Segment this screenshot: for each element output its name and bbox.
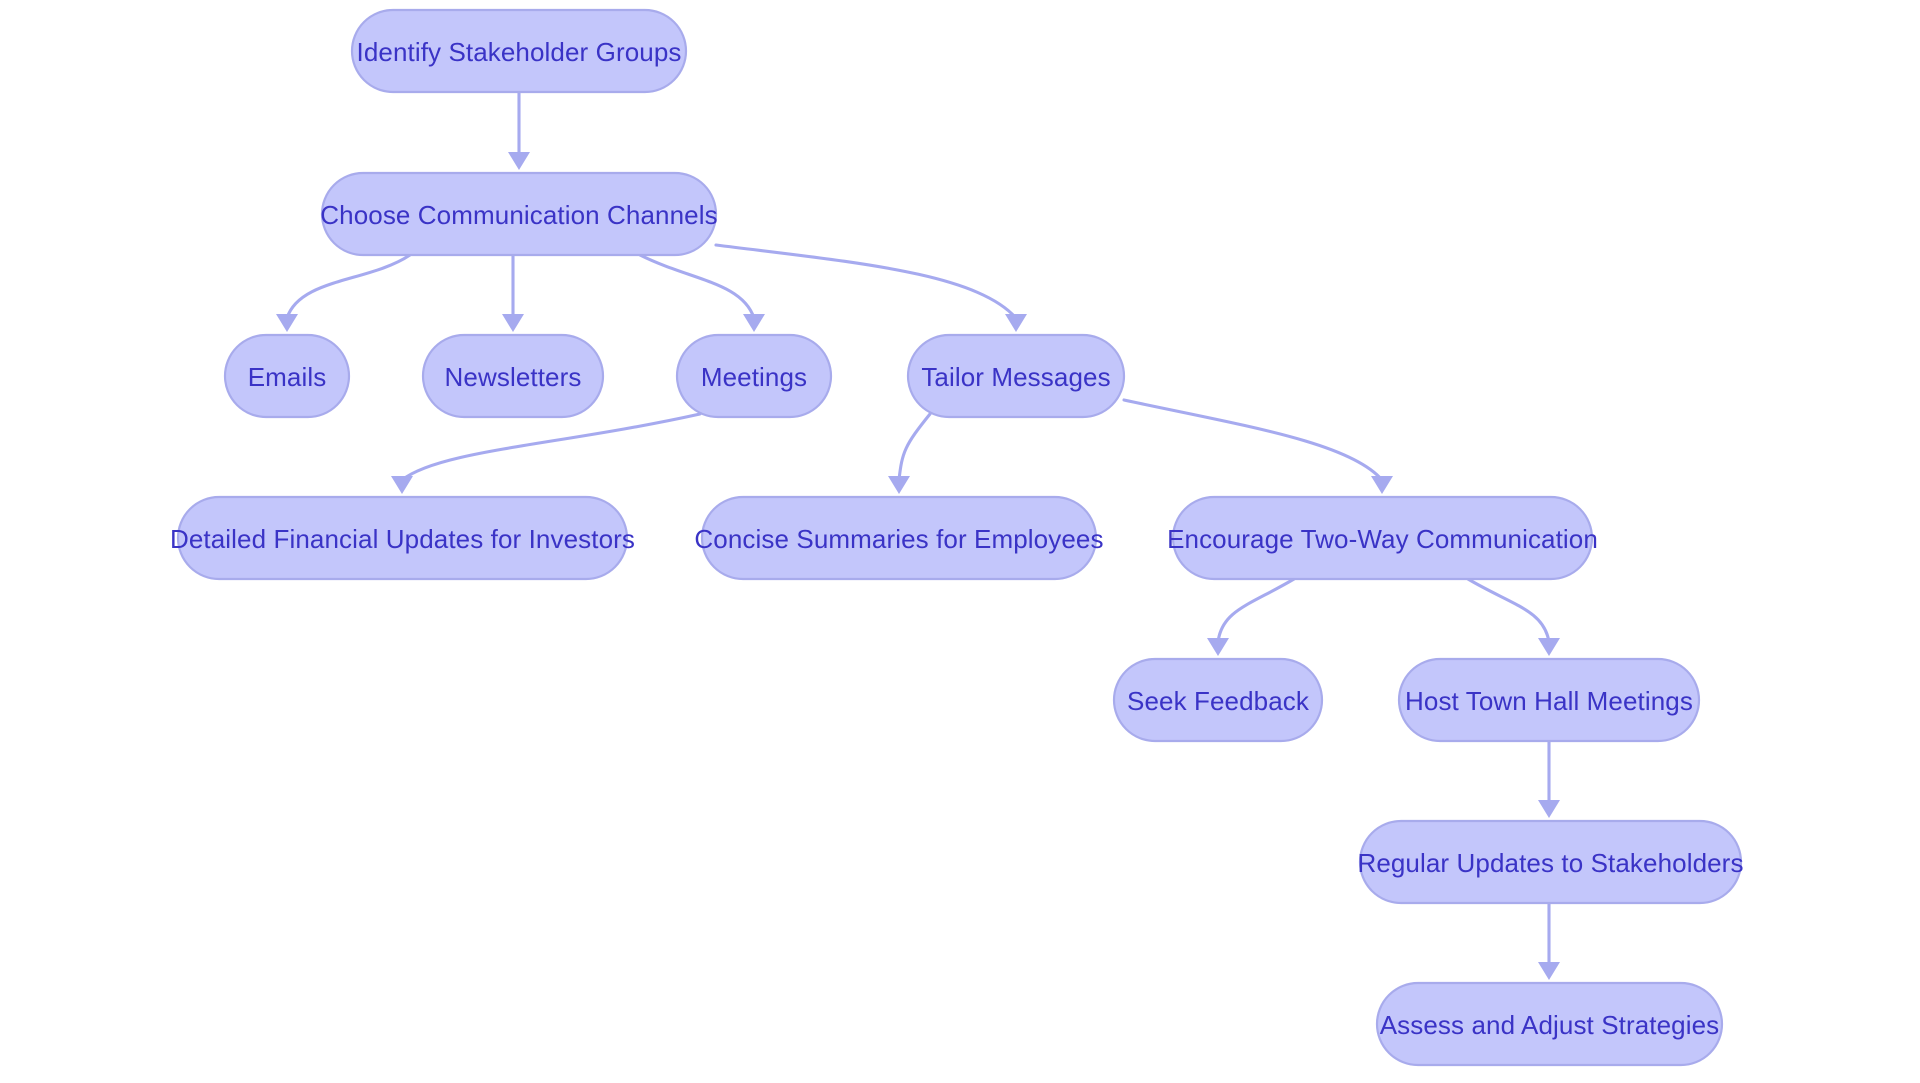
node-label: Concise Summaries for Employees [694, 524, 1103, 554]
edge-choose-communication-channels-to-emails [285, 253, 412, 320]
node-regular-updates-to-stakeholders[interactable]: Regular Updates to Stakeholders [1357, 819, 1743, 905]
node-label: Choose Communication Channels [320, 200, 717, 230]
flowchart-diagram: Identify Stakeholder Groups Choose Commun… [0, 0, 1920, 1083]
node-label: Host Town Hall Meetings [1405, 686, 1693, 716]
arrowhead-host-town-hall-meetings [1538, 638, 1560, 656]
node-label: Newsletters [445, 362, 582, 392]
edge-choose-communication-channels-to-tailor-messages [714, 243, 1018, 320]
node-newsletters[interactable]: Newsletters [421, 333, 605, 419]
node-detailed-financial-updates-for-investors[interactable]: Detailed Financial Updates for Investors [170, 495, 635, 581]
edge-encourage-two-way-communication-to-seek-feedback [1216, 577, 1296, 644]
arrowhead-assess-and-adjust-strategies [1538, 962, 1560, 980]
node-tailor-messages[interactable]: Tailor Messages [906, 333, 1126, 419]
node-seek-feedback[interactable]: Seek Feedback [1112, 657, 1324, 743]
arrowhead-concise-summaries-for-employees [888, 476, 910, 494]
node-meetings[interactable]: Meetings [675, 333, 833, 419]
arrowhead-encourage-two-way-communication [1371, 476, 1393, 494]
node-label: Detailed Financial Updates for Investors [170, 524, 635, 554]
arrowhead-tailor-messages [1005, 314, 1027, 332]
node-choose-communication-channels[interactable]: Choose Communication Channels [320, 171, 718, 257]
edge-encourage-two-way-communication-to-host-town-hall-meetings [1466, 577, 1551, 644]
node-concise-summaries-for-employees[interactable]: Concise Summaries for Employees [694, 495, 1103, 581]
node-identify-stakeholder-groups[interactable]: Identify Stakeholder Groups [350, 8, 688, 94]
edge-choose-communication-channels-to-meetings [638, 253, 756, 320]
edge-meetings-to-detailed-financial-updates-for-investors [400, 412, 702, 482]
node-label: Identify Stakeholder Groups [357, 37, 682, 67]
node-encourage-two-way-communication[interactable]: Encourage Two-Way Communication [1167, 495, 1598, 581]
node-emails[interactable]: Emails [223, 333, 351, 419]
arrowhead-regular-updates-to-stakeholders [1538, 800, 1560, 818]
arrowhead-choose-communication-channels [508, 152, 530, 170]
nodes-layer: Identify Stakeholder Groups Choose Commun… [170, 8, 1743, 1067]
node-label: Meetings [701, 362, 807, 392]
node-label: Regular Updates to Stakeholders [1357, 848, 1743, 878]
arrowhead-meetings [743, 314, 765, 332]
node-host-town-hall-meetings[interactable]: Host Town Hall Meetings [1397, 657, 1701, 743]
node-label: Assess and Adjust Strategies [1380, 1010, 1720, 1040]
edge-tailor-messages-to-encourage-two-way-communication [1122, 398, 1384, 482]
node-label: Seek Feedback [1127, 686, 1310, 716]
arrowhead-newsletters [502, 314, 524, 332]
edge-tailor-messages-to-concise-summaries-for-employees [897, 412, 932, 482]
node-label: Tailor Messages [921, 362, 1110, 392]
node-label: Emails [248, 362, 327, 392]
flowchart-canvas: Identify Stakeholder Groups Choose Commun… [170, 8, 1743, 1067]
arrowhead-emails [276, 314, 298, 332]
arrowhead-detailed-financial-updates-for-investors [391, 476, 413, 494]
arrowhead-seek-feedback [1207, 638, 1229, 656]
node-label: Encourage Two-Way Communication [1167, 524, 1598, 554]
node-assess-and-adjust-strategies[interactable]: Assess and Adjust Strategies [1375, 981, 1724, 1067]
